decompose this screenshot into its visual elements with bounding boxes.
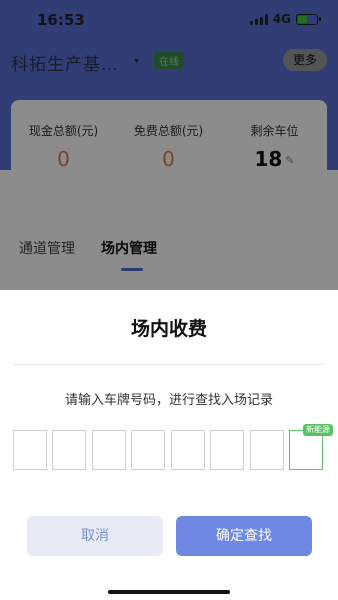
plate-char-input-7[interactable] — [250, 430, 284, 470]
cancel-button[interactable]: 取消 — [27, 516, 163, 556]
plate-char-input-3[interactable] — [92, 430, 126, 470]
new-energy-tag: 新能源 — [303, 424, 333, 436]
plate-char-input-8-new-energy[interactable] — [289, 430, 323, 470]
plate-char-input-4[interactable] — [131, 430, 165, 470]
plate-input-group: 新能源 — [13, 424, 333, 472]
divider — [13, 364, 325, 365]
onsite-charge-dialog: 场内收费 请输入车牌号码，进行查找入场记录 新能源 取消 确定查找 — [0, 290, 338, 600]
plate-char-input-1[interactable] — [13, 430, 47, 470]
dialog-title: 场内收费 — [130, 318, 207, 340]
plate-char-input-2[interactable] — [52, 430, 86, 470]
plate-char-input-5[interactable] — [171, 430, 205, 470]
home-indicator — [108, 590, 230, 594]
dialog-hint: 请输入车牌号码，进行查找入场记录 — [64, 393, 273, 408]
confirm-search-button[interactable]: 确定查找 — [176, 516, 312, 556]
plate-char-input-6[interactable] — [210, 430, 244, 470]
